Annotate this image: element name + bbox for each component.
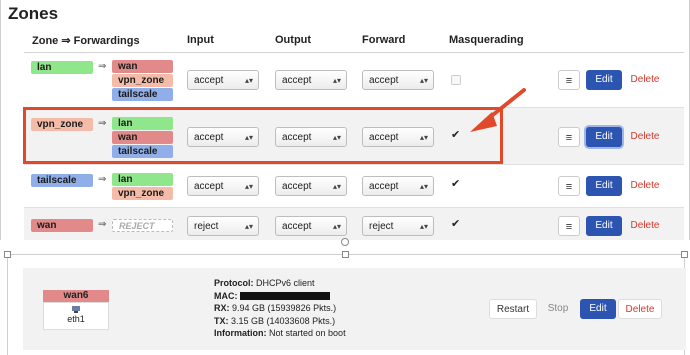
device-name: eth1	[67, 314, 85, 324]
mac-label: MAC:	[214, 290, 238, 301]
stop-button[interactable]: Stop	[541, 299, 575, 319]
interface-badge: wan6 eth1	[43, 290, 109, 330]
edit-interface-button[interactable]: Edit	[580, 299, 616, 319]
rx-value: 9.94 GB (15939826 Pkts.)	[232, 303, 337, 313]
restart-button[interactable]: Restart	[489, 299, 537, 319]
delete-interface-button[interactable]: Delete	[618, 299, 662, 319]
rotate-handle[interactable]	[341, 238, 349, 246]
interface-name: wan6	[43, 290, 109, 302]
information-value: Not started on boot	[269, 328, 346, 338]
interface-info: Protocol: DHCPv6 client MAC: RX: 9.94 GB…	[214, 277, 346, 340]
network-adapter-icon	[72, 306, 80, 313]
protocol-value: DHCPv6 client	[256, 278, 315, 288]
resize-handle[interactable]	[4, 251, 11, 258]
resize-handle[interactable]	[681, 251, 688, 258]
rx-label: RX:	[214, 303, 230, 313]
protocol-label: Protocol:	[214, 278, 254, 288]
tx-value: 3.15 GB (14033608 Pkts.)	[231, 315, 336, 326]
interface-device-panel: eth1	[43, 302, 109, 330]
mac-redacted	[240, 292, 331, 301]
tx-label: TX:	[214, 315, 229, 326]
information-label: Information:	[214, 328, 267, 338]
resize-handle[interactable]	[342, 251, 349, 258]
